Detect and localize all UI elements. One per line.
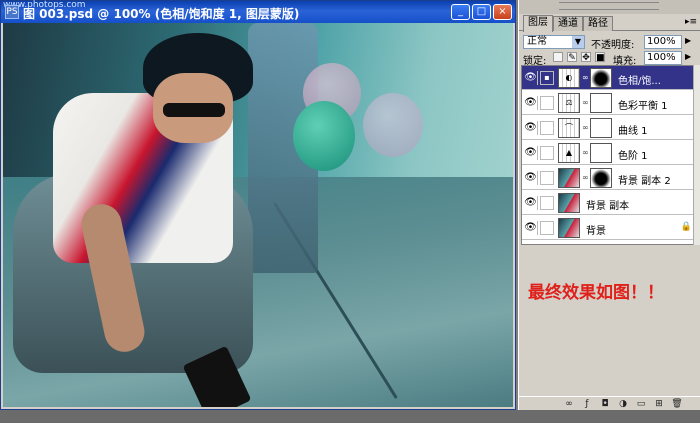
- lock-transparent-icon[interactable]: [553, 52, 563, 62]
- lock-all-icon[interactable]: ■: [595, 52, 605, 63]
- layer-name: 色彩平衡 1: [618, 101, 668, 112]
- layer-name: 背景 副本: [586, 201, 630, 212]
- eye-icon[interactable]: 👁: [524, 171, 538, 185]
- new-layer-icon[interactable]: ⊞: [653, 398, 665, 410]
- fill-arrow-icon[interactable]: ▶: [685, 52, 691, 61]
- chain-icon[interactable]: ∞: [582, 173, 589, 182]
- adjustment-thumbnail: ◐: [558, 68, 580, 88]
- panel-menu-icon[interactable]: ▸≡: [685, 17, 697, 27]
- lock-move-icon[interactable]: ✥: [581, 52, 591, 63]
- layers-list: 👁 ▪ ◐ ∞ 色相/饱... 👁 ⚖ ∞ 色彩平衡 1 👁 ⌒ ∞ 曲线 1 …: [521, 65, 697, 245]
- link-box[interactable]: [540, 121, 554, 135]
- tab-paths[interactable]: 路径: [583, 16, 613, 31]
- layer-name: 背景: [586, 226, 606, 237]
- layer-name: 曲线 1: [618, 126, 648, 137]
- link-box[interactable]: [540, 146, 554, 160]
- tab-layers[interactable]: 图层: [523, 15, 553, 32]
- eye-icon[interactable]: 👁: [524, 71, 538, 85]
- photoshop-icon: PS: [5, 5, 19, 19]
- document-window: www.photops.com PS 图 003.psd @ 100% (色相/…: [0, 0, 516, 410]
- result-note: 最终效果如图！！: [528, 283, 664, 303]
- mask-thumbnail[interactable]: [590, 168, 612, 188]
- brush-icon[interactable]: ▪: [540, 71, 554, 85]
- panel-footer: ∞ ƒ ◘ ◑ ▭ ⊞ 🗑: [519, 396, 700, 410]
- opacity-arrow-icon[interactable]: ▶: [685, 36, 691, 45]
- photo-thumbnail: [558, 218, 580, 238]
- blend-mode-value: 正常: [527, 36, 547, 47]
- layer-row[interactable]: 👁 ▪ ◐ ∞ 色相/饱...: [522, 66, 696, 90]
- panel-tabs: 图层 通道 路径 ▸≡: [519, 14, 700, 32]
- layer-name: 背景 副本 2: [618, 176, 671, 187]
- add-mask-icon[interactable]: ◘: [599, 398, 611, 410]
- adjustment-thumbnail: ▲: [558, 143, 580, 163]
- photo-thumbnail: [558, 168, 580, 188]
- chain-icon[interactable]: ∞: [582, 98, 589, 107]
- layers-panel: 图层 通道 路径 ▸≡ 正常 ▼ 不透明度: 100% ▶ 锁定: ✎ ✥ ■ …: [518, 0, 700, 410]
- chevron-down-icon: ▼: [572, 36, 584, 48]
- eye-icon[interactable]: 👁: [524, 196, 538, 210]
- chain-icon[interactable]: ∞: [582, 73, 589, 82]
- eye-icon[interactable]: 👁: [524, 121, 538, 135]
- minimize-button[interactable]: _: [451, 4, 470, 20]
- mask-thumbnail[interactable]: [590, 68, 612, 88]
- adjustment-thumbnail: ⚖: [558, 93, 580, 113]
- window-title: 图 003.psd @ 100% (色相/饱和度 1, 图层蒙版): [23, 7, 300, 21]
- mask-thumbnail[interactable]: [590, 143, 612, 163]
- link-box[interactable]: [540, 171, 554, 185]
- chain-icon[interactable]: ∞: [582, 148, 589, 157]
- layers-scrollbar[interactable]: [693, 65, 700, 245]
- green-balloon: [293, 101, 355, 171]
- maximize-button[interactable]: □: [472, 4, 491, 20]
- title-bar[interactable]: www.photops.com PS 图 003.psd @ 100% (色相/…: [1, 0, 515, 23]
- lock-icon: 🔒: [680, 222, 692, 232]
- layer-style-icon[interactable]: ƒ: [581, 398, 593, 410]
- layer-name: 色相/饱...: [618, 76, 661, 87]
- mask-thumbnail[interactable]: [590, 93, 612, 113]
- chain-icon[interactable]: ∞: [582, 123, 589, 132]
- eye-icon[interactable]: 👁: [524, 221, 538, 235]
- link-box[interactable]: [540, 196, 554, 210]
- link-layers-icon[interactable]: ∞: [563, 398, 575, 410]
- mask-thumbnail[interactable]: [590, 118, 612, 138]
- layer-row[interactable]: 👁 ⚖ ∞ 色彩平衡 1: [522, 91, 696, 115]
- layer-row[interactable]: 👁 背景 副本: [522, 191, 696, 215]
- photo-thumbnail: [558, 193, 580, 213]
- layer-name: 色阶 1: [618, 151, 648, 162]
- adjustment-thumbnail: ⌒: [558, 118, 580, 138]
- screen: www.photops.com PS 图 003.psd @ 100% (色相/…: [0, 0, 700, 423]
- status-bar: [0, 410, 700, 423]
- eye-icon[interactable]: 👁: [524, 146, 538, 160]
- lock-brush-icon[interactable]: ✎: [567, 52, 577, 63]
- layer-row[interactable]: 👁 ▲ ∞ 色阶 1: [522, 141, 696, 165]
- blend-mode-select[interactable]: 正常 ▼: [523, 35, 585, 49]
- sunglasses: [163, 103, 225, 117]
- window-controls: _ □ ×: [451, 4, 512, 20]
- image-canvas[interactable]: [3, 23, 513, 407]
- trash-icon[interactable]: 🗑: [671, 398, 683, 410]
- new-group-icon[interactable]: ▭: [635, 398, 647, 410]
- link-box[interactable]: [540, 221, 554, 235]
- opacity-input[interactable]: 100%: [644, 35, 682, 49]
- panel-gripper[interactable]: [519, 0, 700, 14]
- fill-input[interactable]: 100%: [644, 51, 682, 65]
- tab-channels[interactable]: 通道: [553, 16, 583, 31]
- gripper-lines: [559, 2, 659, 10]
- close-button[interactable]: ×: [493, 4, 512, 20]
- eye-icon[interactable]: 👁: [524, 96, 538, 110]
- adjustment-layer-icon[interactable]: ◑: [617, 398, 629, 410]
- layer-row[interactable]: 👁 ⌒ ∞ 曲线 1: [522, 116, 696, 140]
- crouching-man: [13, 33, 253, 403]
- layer-row[interactable]: 👁 ∞ 背景 副本 2: [522, 166, 696, 190]
- purple-balloon: [363, 93, 423, 157]
- layer-row[interactable]: 👁 背景 🔒: [522, 216, 696, 240]
- link-box[interactable]: [540, 96, 554, 110]
